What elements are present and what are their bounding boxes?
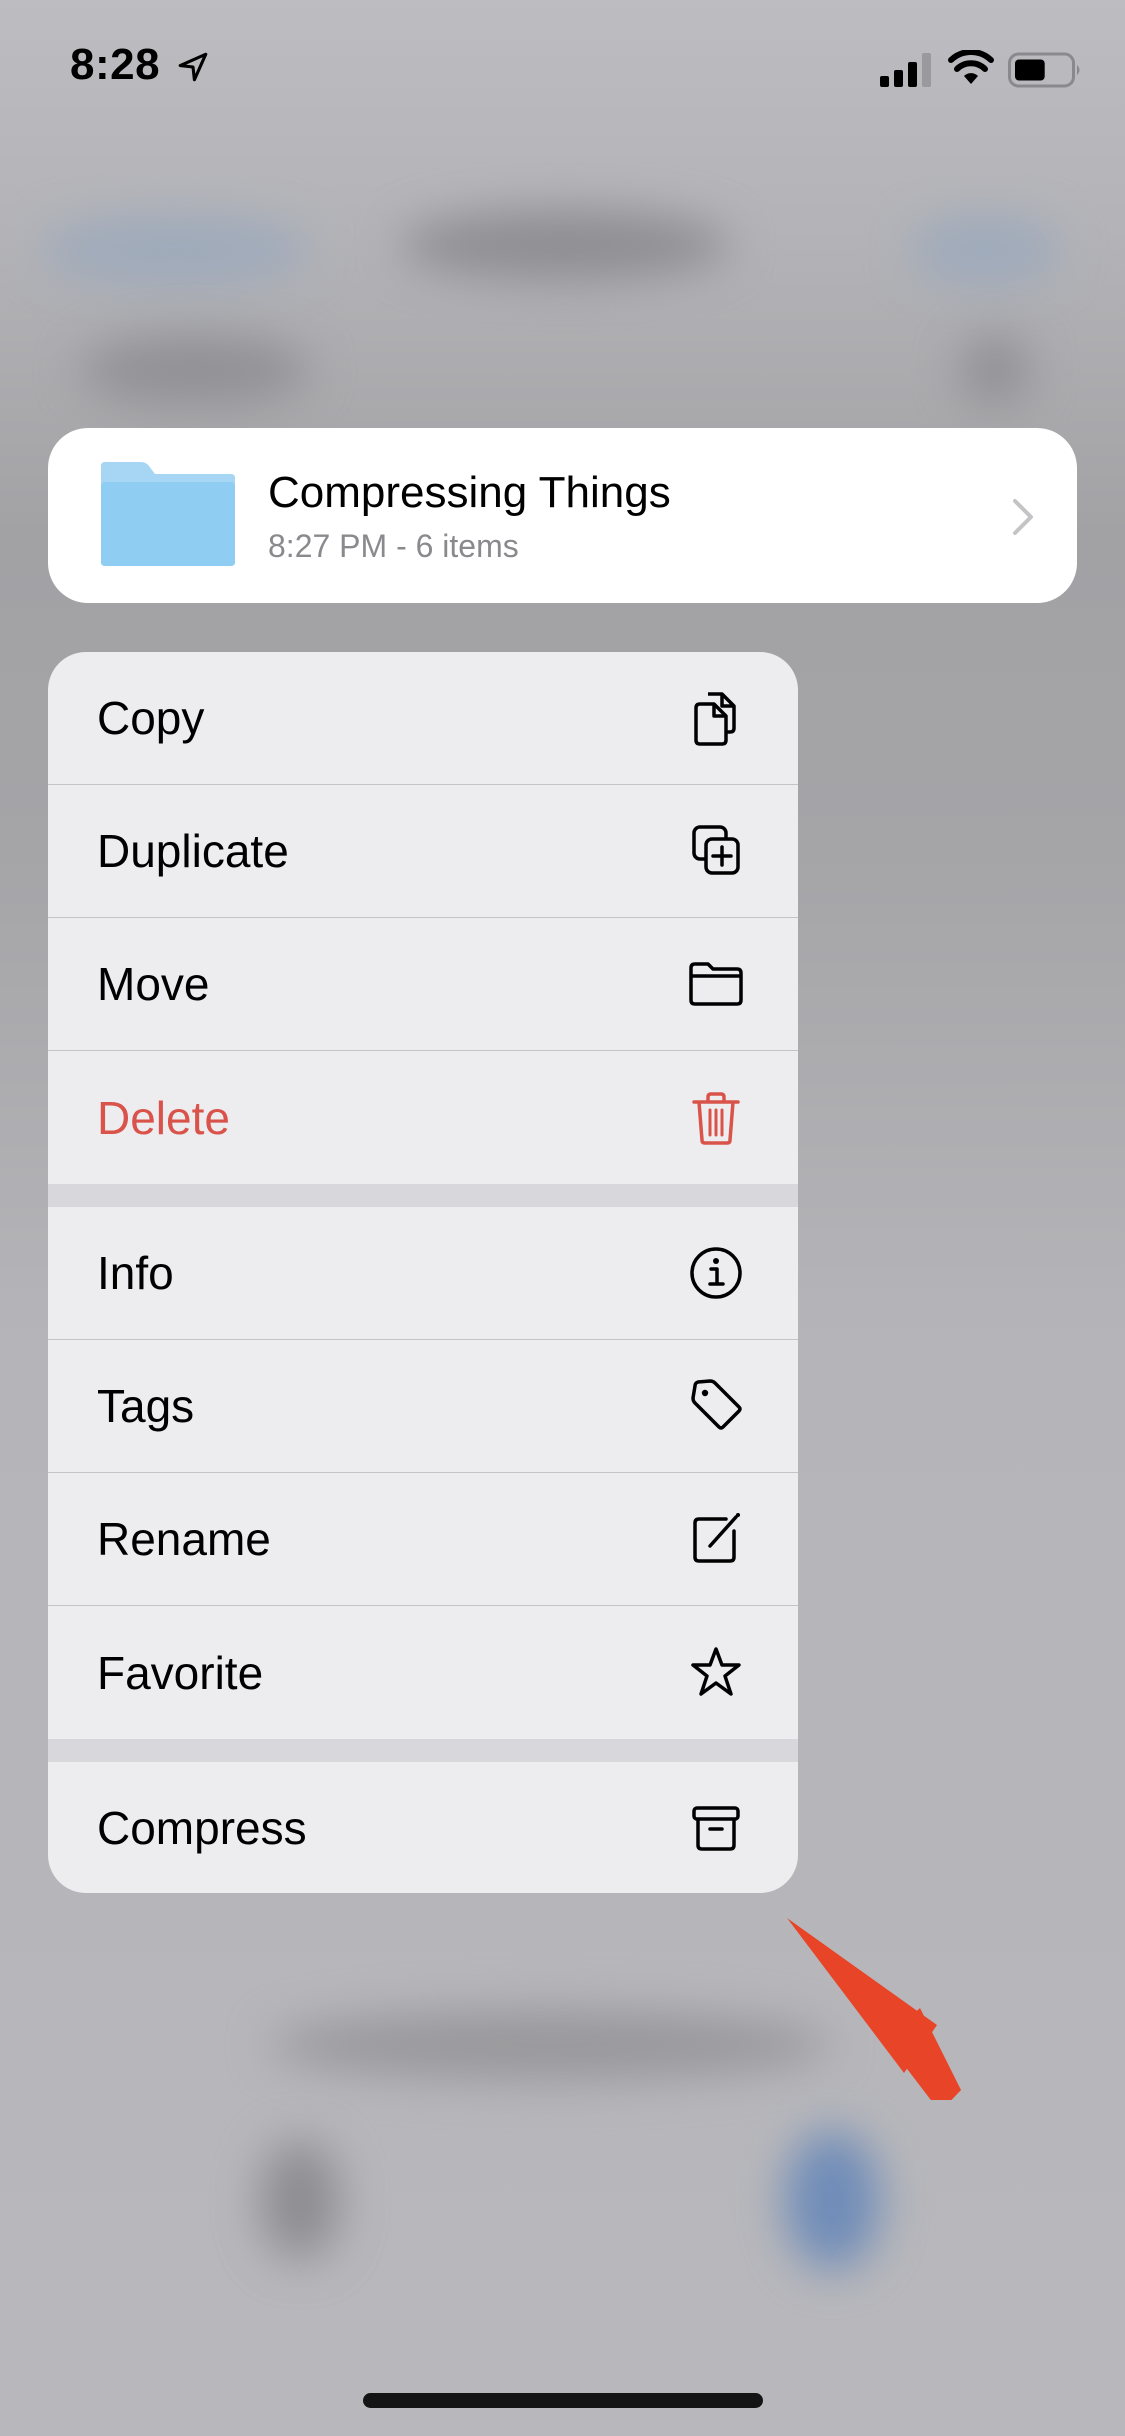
menu-item-label: Compress: [97, 1801, 307, 1854]
blurred-tab-browse: [260, 2140, 340, 2260]
menu-item-rename[interactable]: Rename: [48, 1473, 798, 1606]
menu-item-favorite[interactable]: Favorite: [48, 1606, 798, 1739]
menu-item-label: Copy: [97, 692, 205, 744]
battery-icon: [1008, 52, 1080, 88]
blurred-footer-text: [270, 2010, 830, 2080]
edit-icon: [693, 1513, 740, 1563]
menu-item-label: Info: [97, 1247, 174, 1299]
menu-item-move[interactable]: Move: [48, 918, 798, 1051]
folder-preview-card[interactable]: Compressing Things 8:27 PM - 6 items: [48, 428, 1077, 603]
folder-icon: [101, 462, 235, 566]
menu-item-label: Delete: [97, 1091, 230, 1144]
archive-box-icon: [692, 1805, 740, 1851]
menu-item-label: Tags: [97, 1380, 195, 1432]
menu-item-label: Rename: [97, 1513, 271, 1565]
menu-item-label: Favorite: [97, 1646, 264, 1699]
star-icon: [691, 1646, 741, 1696]
menu-item-label: Duplicate: [97, 825, 289, 877]
menu-item-compress[interactable]: Compress: [48, 1762, 798, 1893]
folder-meta: 8:27 PM - 6 items: [268, 528, 519, 564]
home-indicator[interactable]: [363, 2393, 763, 2408]
tag-icon: [691, 1379, 742, 1430]
context-menu: Copy Duplicate Move Delete Info Tags Ren…: [48, 652, 798, 1893]
blurred-sort-row: [80, 335, 310, 405]
info-icon: [690, 1247, 742, 1299]
blurred-back-button: [40, 215, 310, 285]
menu-item-copy[interactable]: Copy: [48, 652, 798, 785]
menu-item-info[interactable]: Info: [48, 1207, 798, 1340]
menu-item-label: Move: [97, 958, 210, 1010]
red-annotation-arrow-icon: [787, 1918, 961, 2100]
blurred-list-icon: [960, 335, 1030, 405]
folder-name: Compressing Things: [268, 468, 671, 517]
blurred-select-button: [910, 215, 1060, 285]
copy-icon: [694, 692, 736, 746]
wifi-icon: [948, 50, 994, 84]
blurred-tab-recents: [785, 2130, 880, 2270]
status-time: 8:28: [70, 40, 161, 89]
status-bar: 8:28: [0, 0, 1125, 130]
menu-item-delete[interactable]: Delete: [48, 1051, 798, 1184]
chevron-right-icon[interactable]: [1011, 498, 1035, 536]
folder-outline-icon: [689, 962, 743, 1006]
trash-icon: [692, 1091, 740, 1145]
blurred-title: [400, 210, 730, 280]
menu-item-duplicate[interactable]: Duplicate: [48, 785, 798, 918]
cellular-signal-icon: [880, 53, 931, 87]
menu-item-tags[interactable]: Tags: [48, 1340, 798, 1473]
menu-group-separator: [48, 1184, 798, 1207]
duplicate-icon: [692, 825, 740, 875]
location-arrow-icon: [178, 52, 208, 82]
menu-group-separator: [48, 1739, 798, 1762]
